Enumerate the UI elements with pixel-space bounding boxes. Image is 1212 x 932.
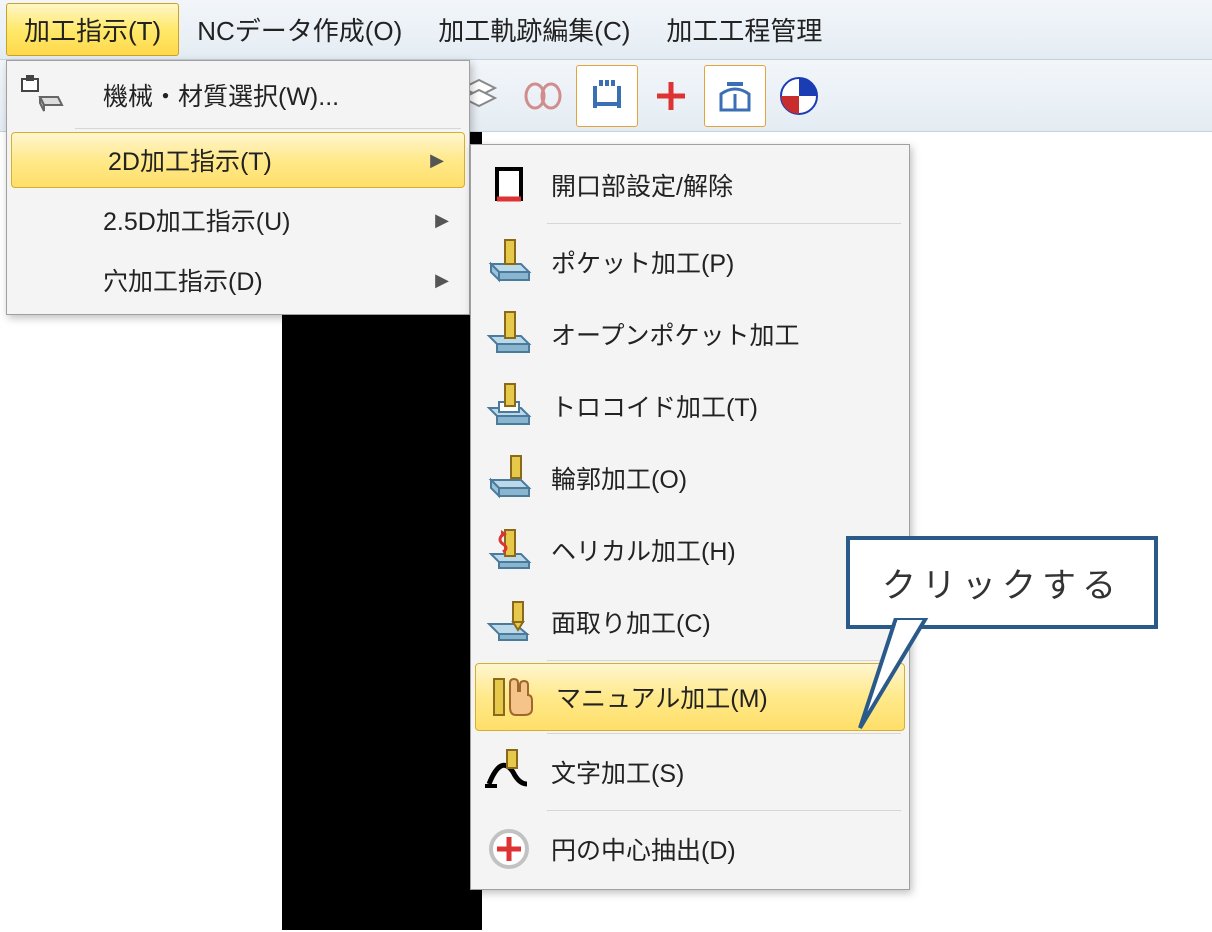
dropdown-machining: 機械・材質選択(W)... 2D加工指示(T) ▶ 2.5D加工指示(U) ▶ … bbox=[6, 60, 470, 315]
submenu-opening-setting[interactable]: 開口部設定/解除 bbox=[471, 149, 909, 221]
submenu-text-engrave[interactable]: 文字加工(S) bbox=[471, 736, 909, 808]
menu-label: NCデータ作成(O) bbox=[197, 16, 402, 46]
submenu-trochoid[interactable]: トロコイド加工(T) bbox=[471, 370, 909, 442]
submenu-label: 円の中心抽出(D) bbox=[547, 831, 897, 867]
submenu-arrow-icon: ▶ bbox=[435, 270, 449, 291]
submenu-label: ヘリカル加工(H) bbox=[547, 532, 897, 568]
dropdown-2d-machining[interactable]: 2D加工指示(T) ▶ bbox=[11, 132, 465, 188]
callout-text: クリックする bbox=[882, 567, 1122, 605]
pocket-icon bbox=[471, 238, 547, 286]
callout-annotation: クリックする bbox=[846, 536, 1158, 629]
tool-span-icon[interactable] bbox=[576, 65, 638, 127]
tool-align-icon[interactable] bbox=[704, 65, 766, 127]
tool-plus-icon[interactable] bbox=[640, 65, 702, 127]
menu-label: 加工指示(T) bbox=[24, 16, 161, 46]
dropdown-label: 機械・材質選択(W)... bbox=[75, 77, 457, 113]
opening-icon bbox=[471, 161, 547, 209]
dropdown-label: 2D加工指示(T) bbox=[80, 142, 430, 178]
machine-material-icon bbox=[7, 75, 75, 115]
submenu-label: オープンポケット加工 bbox=[547, 316, 897, 352]
submenu-separator bbox=[547, 223, 901, 224]
submenu-separator bbox=[547, 733, 901, 734]
trochoid-icon bbox=[471, 382, 547, 430]
submenu-arrow-icon: ▶ bbox=[430, 150, 444, 171]
submenu-helical[interactable]: ヘリカル加工(H) bbox=[471, 514, 909, 586]
contour-icon bbox=[471, 454, 547, 502]
menu-nc-data[interactable]: NCデータ作成(O) bbox=[179, 3, 420, 56]
circle-center-icon bbox=[471, 825, 547, 873]
submenu-label: 輪郭加工(O) bbox=[547, 460, 897, 496]
submenu-pocket[interactable]: ポケット加工(P) bbox=[471, 226, 909, 298]
submenu-separator bbox=[547, 810, 901, 811]
submenu-manual[interactable]: マニュアル加工(M) bbox=[475, 663, 905, 731]
submenu-2d: 開口部設定/解除 ポケット加工(P) オープンポケット加工 bbox=[470, 144, 910, 890]
menu-process-mgmt[interactable]: 加工工程管理 bbox=[648, 3, 840, 56]
submenu-label: トロコイド加工(T) bbox=[547, 388, 897, 424]
tool-coupling-icon[interactable] bbox=[512, 65, 574, 127]
open-pocket-icon bbox=[471, 310, 547, 358]
submenu-label: 開口部設定/解除 bbox=[547, 167, 897, 203]
menu-path-edit[interactable]: 加工軌跡編集(C) bbox=[420, 3, 648, 56]
submenu-contour[interactable]: 輪郭加工(O) bbox=[471, 442, 909, 514]
menu-label: 加工軌跡編集(C) bbox=[438, 16, 630, 46]
submenu-separator bbox=[547, 660, 901, 661]
menu-machining-instruction[interactable]: 加工指示(T) bbox=[6, 3, 179, 56]
dropdown-label: 穴加工指示(D) bbox=[75, 262, 435, 298]
menubar: 加工指示(T) NCデータ作成(O) 加工軌跡編集(C) 加工工程管理 bbox=[0, 0, 1212, 60]
submenu-label: ポケット加工(P) bbox=[547, 244, 897, 280]
callout-box: クリックする bbox=[846, 536, 1158, 629]
tool-target-icon[interactable] bbox=[768, 65, 830, 127]
menu-label: 加工工程管理 bbox=[666, 16, 822, 46]
text-engrave-icon bbox=[471, 748, 547, 796]
chamfer-icon bbox=[471, 598, 547, 646]
submenu-open-pocket[interactable]: オープンポケット加工 bbox=[471, 298, 909, 370]
callout-tail-icon bbox=[856, 618, 936, 738]
helical-icon bbox=[471, 526, 547, 574]
submenu-label: 文字加工(S) bbox=[547, 754, 897, 790]
submenu-circle-center[interactable]: 円の中心抽出(D) bbox=[471, 813, 909, 885]
dropdown-25d-machining[interactable]: 2.5D加工指示(U) ▶ bbox=[7, 190, 469, 250]
manual-icon bbox=[476, 673, 552, 721]
dropdown-separator bbox=[75, 128, 461, 129]
submenu-arrow-icon: ▶ bbox=[435, 210, 449, 231]
submenu-label: 面取り加工(C) bbox=[547, 604, 897, 640]
submenu-chamfer[interactable]: 面取り加工(C) bbox=[471, 586, 909, 658]
dropdown-label: 2.5D加工指示(U) bbox=[75, 202, 435, 238]
dropdown-machine-material[interactable]: 機械・材質選択(W)... bbox=[7, 65, 469, 125]
dropdown-hole-machining[interactable]: 穴加工指示(D) ▶ bbox=[7, 250, 469, 310]
submenu-label: マニュアル加工(M) bbox=[552, 679, 892, 715]
